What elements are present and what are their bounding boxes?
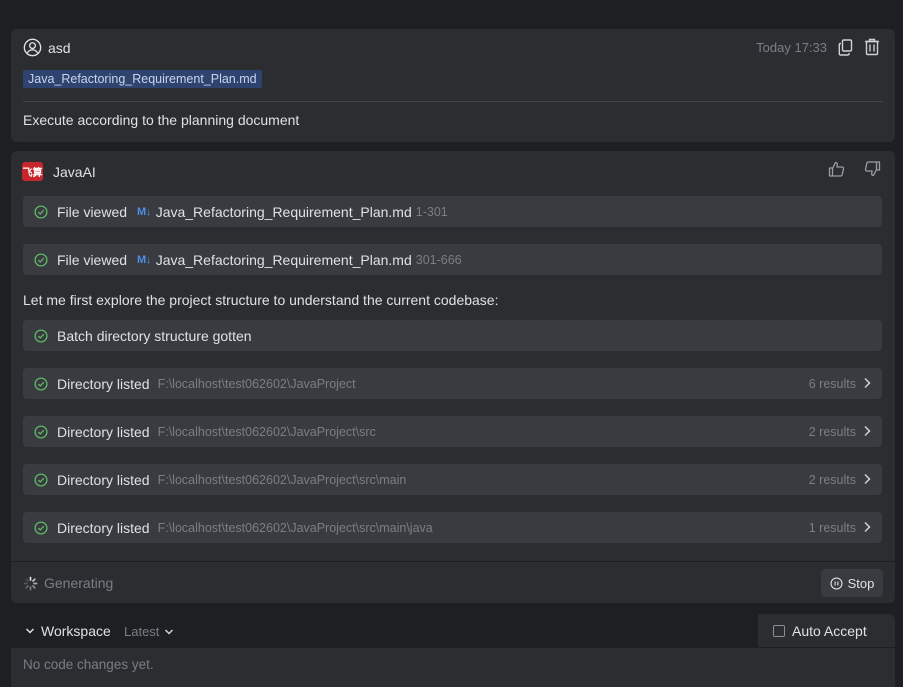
check-circle-icon <box>34 472 48 487</box>
workspace-title: Workspace <box>41 623 111 639</box>
step-path: F:\localhost\test062602\JavaProject <box>157 376 356 391</box>
step-directory-listed[interactable]: Directory listed F:\localhost\test062602… <box>23 512 882 543</box>
check-circle-icon <box>34 204 48 219</box>
step-path: F:\localhost\test062602\JavaProject\src\… <box>157 520 433 535</box>
check-circle-icon <box>34 424 48 439</box>
user-header: asd <box>23 38 71 57</box>
check-circle-icon <box>34 328 48 343</box>
step-line-range: 301-666 <box>415 252 462 267</box>
step-path: F:\localhost\test062602\JavaProject\src\… <box>157 472 407 487</box>
message-timestamp: Today 17:33 <box>756 39 827 55</box>
stop-label: Stop <box>847 575 875 591</box>
step-results-count: 6 results <box>808 376 856 391</box>
step-file-name[interactable]: Java_Refactoring_Requirement_Plan.md <box>156 204 412 220</box>
step-title: Directory listed <box>57 519 150 536</box>
top-strip <box>0 0 903 28</box>
version-label: Latest <box>124 624 160 639</box>
ai-name: JavaAI <box>53 163 96 180</box>
chevron-right-icon[interactable] <box>862 473 872 485</box>
version-dropdown[interactable]: Latest <box>124 624 174 639</box>
step-results-count: 2 results <box>808 424 856 439</box>
step-results-count: 1 results <box>808 520 856 535</box>
javaai-logo: 飞算 <box>22 162 43 181</box>
step-file-viewed[interactable]: File viewed M↓ Java_Refactoring_Requirem… <box>23 244 882 275</box>
thumbs-up-icon[interactable] <box>827 160 845 178</box>
step-title: Directory listed <box>57 423 150 440</box>
auto-accept-toggle[interactable]: Auto Accept <box>773 623 867 639</box>
ai-response-text: Let me first explore the project structu… <box>23 292 499 308</box>
step-title: Batch directory structure gotten <box>57 327 252 344</box>
auto-accept-checkbox[interactable] <box>773 625 785 637</box>
user-avatar-icon <box>23 38 42 57</box>
generating-bar: Generating Stop <box>11 561 895 603</box>
attached-file-chip[interactable]: Java_Refactoring_Requirement_Plan.md <box>23 70 262 88</box>
ai-message-card: 飞算 JavaAI File viewed M↓ Java_Refactorin… <box>11 151 895 603</box>
ai-header: 飞算 JavaAI <box>22 162 96 181</box>
user-message-text: Execute according to the planning docume… <box>23 112 300 128</box>
user-message-card: asd Today 17:33 Java_Refactoring_Require… <box>11 29 895 142</box>
stop-button[interactable]: Stop <box>821 569 883 597</box>
user-name: asd <box>48 39 71 56</box>
markdown-icon: M↓ <box>137 205 151 218</box>
step-line-range: 1-301 <box>415 204 448 219</box>
step-title: File viewed <box>57 203 128 220</box>
thumbs-down-icon[interactable] <box>863 160 881 178</box>
check-circle-icon <box>34 252 48 267</box>
step-title: File viewed <box>57 251 128 268</box>
workspace-toggle[interactable]: Workspace <box>25 623 111 639</box>
chevron-right-icon[interactable] <box>862 521 872 533</box>
chevron-down-icon <box>165 628 174 635</box>
spinner-icon <box>23 576 38 590</box>
step-file-name[interactable]: Java_Refactoring_Requirement_Plan.md <box>156 252 412 268</box>
chevron-right-icon[interactable] <box>862 425 872 437</box>
markdown-icon: M↓ <box>137 253 151 266</box>
workspace-header: Workspace Latest <box>11 614 758 647</box>
feedback-actions <box>827 160 881 178</box>
chevron-right-icon[interactable] <box>862 377 872 389</box>
step-title: Directory listed <box>57 375 150 392</box>
check-circle-icon <box>34 520 48 535</box>
auto-accept-label: Auto Accept <box>792 623 867 639</box>
user-divider <box>23 101 883 102</box>
step-file-viewed[interactable]: File viewed M↓ Java_Refactoring_Requirem… <box>23 196 882 227</box>
step-directory-listed[interactable]: Directory listed F:\localhost\test062602… <box>23 368 882 399</box>
step-directory-listed[interactable]: Directory listed F:\localhost\test062602… <box>23 464 882 495</box>
generating-status: Generating <box>23 575 113 591</box>
step-results-count: 2 results <box>808 472 856 487</box>
workspace-empty-text: No code changes yet. <box>23 657 154 672</box>
workspace-divider <box>11 647 895 648</box>
copy-icon[interactable] <box>837 38 855 56</box>
check-circle-icon <box>34 376 48 391</box>
step-batch-directory[interactable]: Batch directory structure gotten <box>23 320 882 351</box>
user-actions: Today 17:33 <box>756 38 881 56</box>
pause-circle-icon <box>830 576 843 590</box>
step-path: F:\localhost\test062602\JavaProject\src <box>157 424 376 439</box>
step-directory-listed[interactable]: Directory listed F:\localhost\test062602… <box>23 416 882 447</box>
generating-label: Generating <box>44 575 114 591</box>
workspace-panel: Workspace Latest Auto Accept No code cha… <box>11 614 895 687</box>
trash-icon[interactable] <box>863 38 881 56</box>
step-title: Directory listed <box>57 471 150 488</box>
chevron-down-icon <box>25 628 35 634</box>
